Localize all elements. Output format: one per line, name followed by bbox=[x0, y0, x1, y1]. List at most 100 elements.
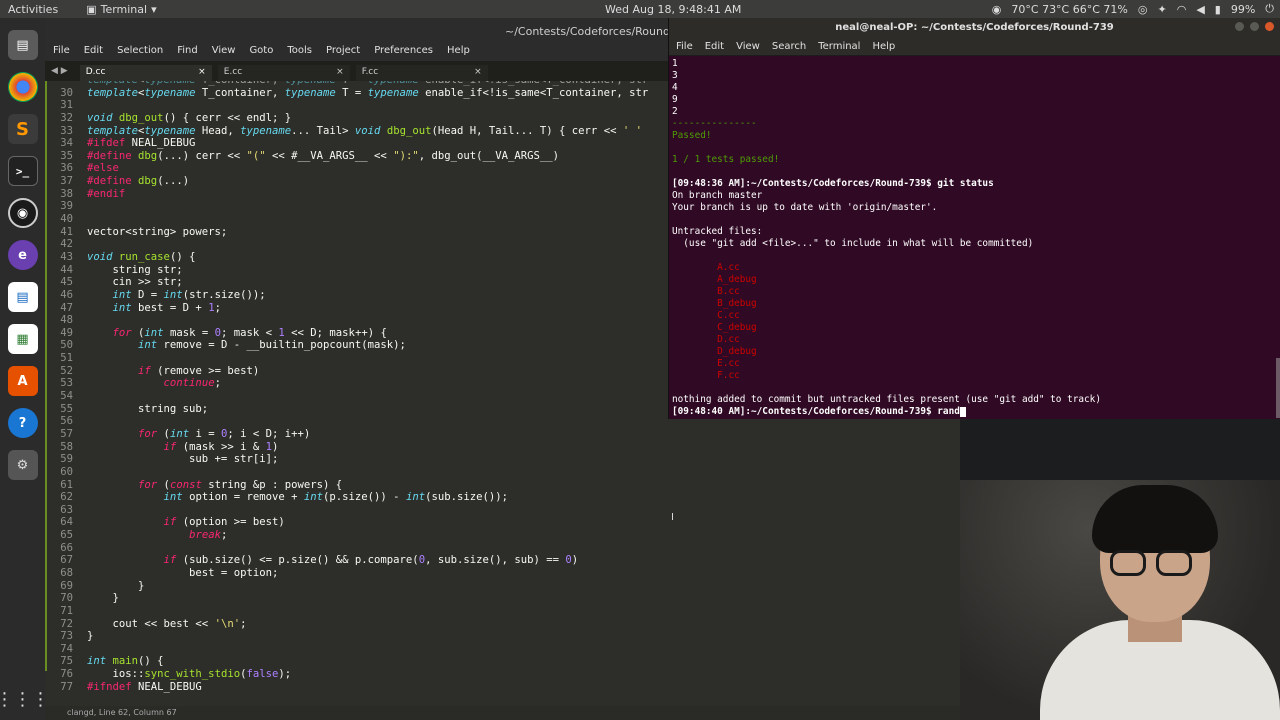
code-text: int D = int(str.size()); bbox=[112, 288, 266, 301]
files-icon[interactable]: ▤ bbox=[7, 30, 38, 60]
maximize-icon[interactable] bbox=[1250, 22, 1259, 31]
code-line[interactable]: 64 if (option >= best) bbox=[45, 516, 960, 529]
activities-button[interactable]: Activities bbox=[8, 3, 58, 16]
line-number: 48 bbox=[60, 314, 73, 327]
chrome-tray-icon[interactable]: ◎ bbox=[1138, 3, 1148, 16]
menu-project[interactable]: Project bbox=[326, 45, 360, 61]
tab-nav-arrows-icon[interactable]: ◀ ▶ bbox=[51, 66, 68, 76]
terminal-scrollbar[interactable] bbox=[1276, 358, 1280, 418]
menu-help[interactable]: Help bbox=[447, 45, 470, 61]
minimize-icon[interactable] bbox=[1235, 22, 1244, 31]
network-icon[interactable]: ✦ bbox=[1157, 3, 1166, 16]
calc-icon[interactable]: ▦ bbox=[7, 324, 38, 354]
terminal-line: [09:48:40 AM]:~/Contests/Codeforces/Roun… bbox=[672, 406, 1277, 418]
app-menu-terminal[interactable]: ▣ Terminal ▾ bbox=[86, 3, 156, 16]
code-line[interactable]: 73} bbox=[45, 630, 960, 643]
terminal-line: Untracked files: bbox=[672, 226, 763, 237]
tab-label: E.cc bbox=[223, 67, 243, 77]
code-line[interactable]: 65 break; bbox=[45, 529, 960, 542]
obs-tray-icon[interactable]: ◉ bbox=[992, 3, 1002, 16]
code-line[interactable]: 58 if (mask >> i & 1) bbox=[45, 441, 960, 454]
code-line[interactable]: 72 cout << best << '\n'; bbox=[45, 618, 960, 631]
show-apps-icon[interactable]: ⋮⋮⋮ bbox=[0, 689, 50, 710]
chevron-down-icon: ▾ bbox=[151, 2, 157, 16]
menu-preferences[interactable]: Preferences bbox=[374, 45, 433, 61]
term-menu-edit[interactable]: Edit bbox=[705, 37, 724, 55]
code-line[interactable]: 59 sub += str[i]; bbox=[45, 453, 960, 466]
power-icon[interactable]: ⏻ bbox=[1265, 2, 1274, 16]
chrome-icon[interactable] bbox=[7, 72, 38, 102]
code-line[interactable]: 70 } bbox=[45, 592, 960, 605]
modified-gutter-marker bbox=[45, 81, 47, 671]
help-icon[interactable]: ? bbox=[7, 408, 38, 438]
close-icon[interactable]: × bbox=[474, 67, 482, 79]
tab-f-cc[interactable]: F.cc × bbox=[355, 65, 488, 81]
code-line[interactable]: 69 } bbox=[45, 580, 960, 593]
code-text: if (option >= best) bbox=[163, 516, 285, 529]
terminal-output[interactable]: 1 3 4 9 2 --------------- Passed! 1 / 1 tests p… bbox=[669, 56, 1280, 420]
obs-icon[interactable]: ◉ bbox=[7, 198, 38, 228]
code-line[interactable]: 77 #ifndef NEAL_DEBUG bbox=[45, 681, 960, 694]
code-line[interactable]: 61 for (const string &p : powers) { bbox=[45, 479, 960, 492]
menu-file[interactable]: File bbox=[53, 45, 70, 61]
term-menu-terminal[interactable]: Terminal bbox=[818, 37, 860, 55]
code-line[interactable]: 71 bbox=[45, 605, 960, 618]
tab-e-cc[interactable]: E.cc × bbox=[217, 65, 350, 81]
menu-selection[interactable]: Selection bbox=[117, 45, 163, 61]
settings-icon[interactable]: ⚙ bbox=[7, 450, 38, 480]
terminal-app-icon: ▣ bbox=[86, 2, 97, 16]
close-icon[interactable]: × bbox=[198, 67, 206, 79]
code-text: if (remove >= best) bbox=[138, 364, 260, 377]
menu-goto[interactable]: Goto bbox=[249, 45, 273, 61]
code-line[interactable]: 67 if (sub.size() <= p.size() && p.compa… bbox=[45, 554, 960, 567]
close-icon[interactable] bbox=[1265, 22, 1274, 31]
term-menu-help[interactable]: Help bbox=[872, 37, 895, 55]
code-text: if (mask >> i & 1) bbox=[163, 440, 279, 453]
software-icon[interactable]: A bbox=[7, 366, 38, 396]
code-line[interactable]: 62 int option = remove + int(p.size()) -… bbox=[45, 491, 960, 504]
terminal-line: nothing added to commit but untracked fi… bbox=[672, 394, 1101, 405]
line-number: 62 bbox=[60, 491, 73, 504]
code-text: #define dbg(...) bbox=[87, 175, 190, 188]
line-number: 39 bbox=[60, 200, 73, 213]
code-line[interactable]: 66 bbox=[45, 542, 960, 555]
code-line[interactable]: 68 best = option; bbox=[45, 567, 960, 580]
code-line[interactable]: 60 bbox=[45, 466, 960, 479]
close-icon[interactable]: × bbox=[336, 67, 344, 79]
clock[interactable]: Wed Aug 18, 9:48:41 AM bbox=[605, 3, 741, 16]
menu-edit[interactable]: Edit bbox=[84, 45, 103, 61]
line-number: 54 bbox=[60, 390, 73, 403]
code-line[interactable]: 63 bbox=[45, 504, 960, 517]
editor-status-bar: clangd, Line 62, Column 67 bbox=[45, 706, 960, 720]
code-line[interactable]: 74 bbox=[45, 643, 960, 656]
term-menu-view[interactable]: View bbox=[736, 37, 760, 55]
line-number: 64 bbox=[60, 516, 73, 529]
code-text: template<typename T_container, typename … bbox=[87, 86, 649, 99]
terminal-icon[interactable]: >_ bbox=[7, 156, 38, 186]
term-menu-search[interactable]: Search bbox=[772, 37, 806, 55]
terminal-line: 9 bbox=[672, 94, 678, 105]
code-text: #endif bbox=[87, 187, 126, 200]
volume-icon[interactable]: ◀ bbox=[1196, 3, 1204, 16]
top-bar: Activities ▣ Terminal ▾ Wed Aug 18, 9:48… bbox=[0, 0, 1280, 18]
wifi-icon[interactable]: ◠ bbox=[1177, 3, 1187, 16]
code-text: void run_case() { bbox=[87, 250, 196, 263]
menu-tools[interactable]: Tools bbox=[287, 45, 312, 61]
line-number: 31 bbox=[60, 99, 73, 112]
emacs-icon[interactable]: e bbox=[7, 240, 38, 270]
sublime-icon[interactable]: S bbox=[7, 114, 38, 144]
terminal-window[interactable]: neal@neal-OP: ~/Contests/Codeforces/Roun… bbox=[668, 18, 1280, 419]
menu-find[interactable]: Find bbox=[177, 45, 198, 61]
code-line[interactable]: 76 ios::sync_with_stdio(false); bbox=[45, 668, 960, 681]
code-line[interactable]: 75 int main() { bbox=[45, 655, 960, 668]
writer-icon[interactable]: ▤ bbox=[7, 282, 38, 312]
term-menu-file[interactable]: File bbox=[676, 37, 693, 55]
menu-view[interactable]: View bbox=[212, 45, 236, 61]
code-line[interactable]: 57 for (int i = 0; i < D; i++) bbox=[45, 428, 960, 441]
tab-d-cc[interactable]: D.cc × bbox=[79, 65, 212, 81]
battery-icon[interactable]: ▮ bbox=[1215, 3, 1221, 16]
terminal-line: C_debug bbox=[672, 322, 757, 333]
sensors-readout[interactable]: 70°C 73°C 66°C 71% bbox=[1011, 3, 1127, 16]
